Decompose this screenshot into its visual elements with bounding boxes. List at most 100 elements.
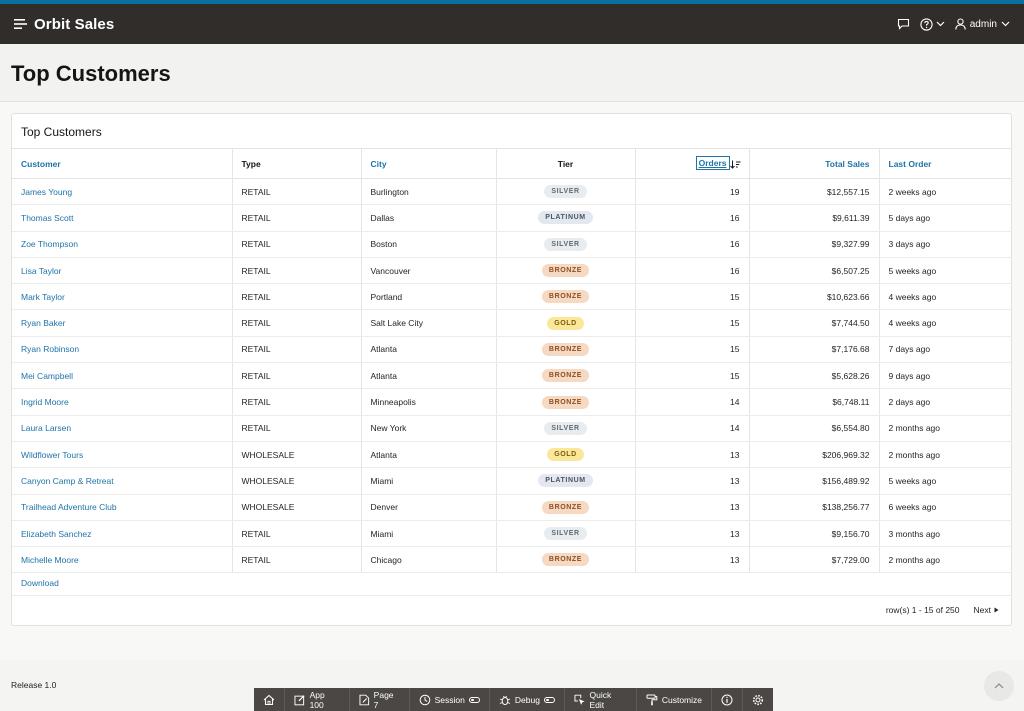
cell-last-order: 6 weeks ago <box>879 494 1011 521</box>
dev-home-button[interactable] <box>254 688 285 711</box>
cell-customer: Zoe Thompson <box>12 231 233 258</box>
developer-toolbar: App 100 Page 7 Session Debug Quick Edit … <box>254 688 773 711</box>
dev-quick-edit-label: Quick Edit <box>589 689 612 710</box>
customer-link[interactable]: Trailhead Adventure Club <box>21 502 117 512</box>
navigation-menu-button[interactable] <box>8 12 32 36</box>
chat-bubble-icon <box>897 18 909 30</box>
cell-last-order: 3 months ago <box>879 520 1011 548</box>
customer-link[interactable]: Thomas Scott <box>21 213 73 223</box>
customer-link[interactable]: Mei Campbell <box>21 371 73 381</box>
cell-customer: Michelle Moore <box>12 546 233 574</box>
cell-orders: 13 <box>635 546 750 574</box>
dev-settings-button[interactable] <box>743 688 773 711</box>
debug-toggle-icon <box>543 696 555 703</box>
cell-tier: SILVER <box>496 178 636 206</box>
customer-link[interactable]: Ryan Baker <box>21 318 65 328</box>
cell-last-order: 3 days ago <box>879 231 1011 258</box>
next-page-button[interactable]: Next <box>974 605 999 615</box>
cell-city: Miami <box>361 520 497 548</box>
cell-tier: BRONZE <box>496 362 636 390</box>
cell-city: Minneapolis <box>361 388 497 416</box>
tier-badge: GOLD <box>547 316 584 330</box>
cell-type: RETAIL <box>232 283 362 311</box>
cell-orders: 13 <box>635 494 750 521</box>
orders-header-label[interactable]: Orders <box>695 156 730 171</box>
customer-link[interactable]: James Young <box>21 187 72 197</box>
column-header-city[interactable]: City <box>361 148 497 179</box>
feedback-button[interactable] <box>897 18 910 30</box>
tier-badge: PLATINUM <box>538 211 593 225</box>
column-header-total-sales[interactable]: Total Sales <box>749 148 880 179</box>
dev-session-button[interactable]: Session <box>410 688 490 711</box>
table-row: Lisa Taylor RETAIL Vancouver BRONZE 16 $6,507… <box>12 257 1011 285</box>
column-header-tier[interactable]: Tier <box>496 148 636 179</box>
cell-type: RETAIL <box>232 257 362 285</box>
dev-quick-edit-button[interactable]: Quick Edit <box>565 688 637 711</box>
edit-icon <box>294 694 305 705</box>
dev-debug-label: Debug <box>514 694 540 705</box>
cell-city: New York <box>361 415 497 442</box>
cell-tier: SILVER <box>496 231 636 258</box>
page-title: Top Customers <box>11 61 171 86</box>
customer-link[interactable]: Zoe Thompson <box>21 239 78 249</box>
info-icon <box>721 694 733 705</box>
dev-page-button[interactable]: Page 7 <box>350 688 410 711</box>
table-row: Ryan Robinson RETAIL Atlanta BRONZE 15 $7,176… <box>12 336 1011 364</box>
table-row: Ingrid Moore RETAIL Minneapolis BRONZE 14 $6,… <box>12 388 1011 416</box>
cell-last-order: 5 days ago <box>879 204 1011 232</box>
customer-link[interactable]: Canyon Camp & Retreat <box>21 476 114 486</box>
dev-customize-button[interactable]: Customize <box>637 688 712 711</box>
download-link[interactable]: Download <box>21 578 59 588</box>
cell-type: RETAIL <box>232 362 362 390</box>
cell-last-order: 2 weeks ago <box>879 178 1011 206</box>
app-title[interactable]: Orbit Sales <box>34 16 114 33</box>
customer-link[interactable]: Ryan Robinson <box>21 344 79 354</box>
column-header-orders[interactable]: Orders <box>635 148 750 179</box>
cell-city: Chicago <box>361 546 497 574</box>
tier-badge: BRONZE <box>541 290 590 304</box>
customer-link[interactable]: Laura Larsen <box>21 423 71 433</box>
report-region: Top Customers Customer Type City Tier Or… <box>11 113 1012 626</box>
cell-customer: Elizabeth Sanchez <box>12 520 233 548</box>
scroll-to-top-button[interactable] <box>984 671 1014 701</box>
customer-link[interactable]: Wildflower Tours <box>21 450 83 460</box>
home-icon <box>263 694 275 705</box>
user-icon <box>955 18 966 30</box>
column-header-type[interactable]: Type <box>232 148 362 179</box>
tier-badge: BRONZE <box>541 342 590 356</box>
cell-total-sales: $5,628.26 <box>749 362 880 390</box>
hamburger-icon <box>13 19 27 29</box>
caret-right-icon <box>994 607 999 613</box>
dev-info-button[interactable] <box>712 688 743 711</box>
table-row: Mark Taylor RETAIL Portland BRONZE 15 $10,623… <box>12 283 1011 311</box>
bug-icon <box>499 695 511 705</box>
dev-debug-button[interactable]: Debug <box>490 688 565 711</box>
user-menu-button[interactable]: admin <box>955 18 1010 30</box>
cell-total-sales: $6,748.11 <box>749 388 880 416</box>
customer-link[interactable]: Elizabeth Sanchez <box>21 529 91 539</box>
session-toggle-icon <box>468 696 480 703</box>
customer-link[interactable]: Mark Taylor <box>21 292 65 302</box>
cell-orders: 15 <box>635 309 750 337</box>
cell-customer: Ryan Robinson <box>12 336 233 364</box>
cell-tier: BRONZE <box>496 283 636 311</box>
table-row: Elizabeth Sanchez RETAIL Miami SILVER 13 $9,1… <box>12 520 1011 548</box>
tier-badge: GOLD <box>547 448 584 462</box>
cell-customer: Lisa Taylor <box>12 257 233 285</box>
cell-orders: 14 <box>635 388 750 416</box>
cell-customer: Ryan Baker <box>12 309 233 337</box>
customer-link[interactable]: Michelle Moore <box>21 555 79 565</box>
help-menu-button[interactable] <box>920 17 945 31</box>
dev-session-label: Session <box>434 694 465 705</box>
customer-link[interactable]: Ingrid Moore <box>21 397 69 407</box>
pagination: row(s) 1 - 15 of 250 Next <box>886 605 999 615</box>
column-header-last-order[interactable]: Last Order <box>879 148 1011 179</box>
table-row: Michelle Moore RETAIL Chicago BRONZE 13 $7,72… <box>12 546 1011 574</box>
session-icon <box>419 694 430 705</box>
tier-badge: BRONZE <box>541 553 590 567</box>
column-header-customer[interactable]: Customer <box>12 148 233 179</box>
dev-app-button[interactable]: App 100 <box>285 688 351 711</box>
cell-total-sales: $12,557.15 <box>749 178 880 206</box>
cell-total-sales: $7,176.68 <box>749 336 880 364</box>
customer-link[interactable]: Lisa Taylor <box>21 266 61 276</box>
